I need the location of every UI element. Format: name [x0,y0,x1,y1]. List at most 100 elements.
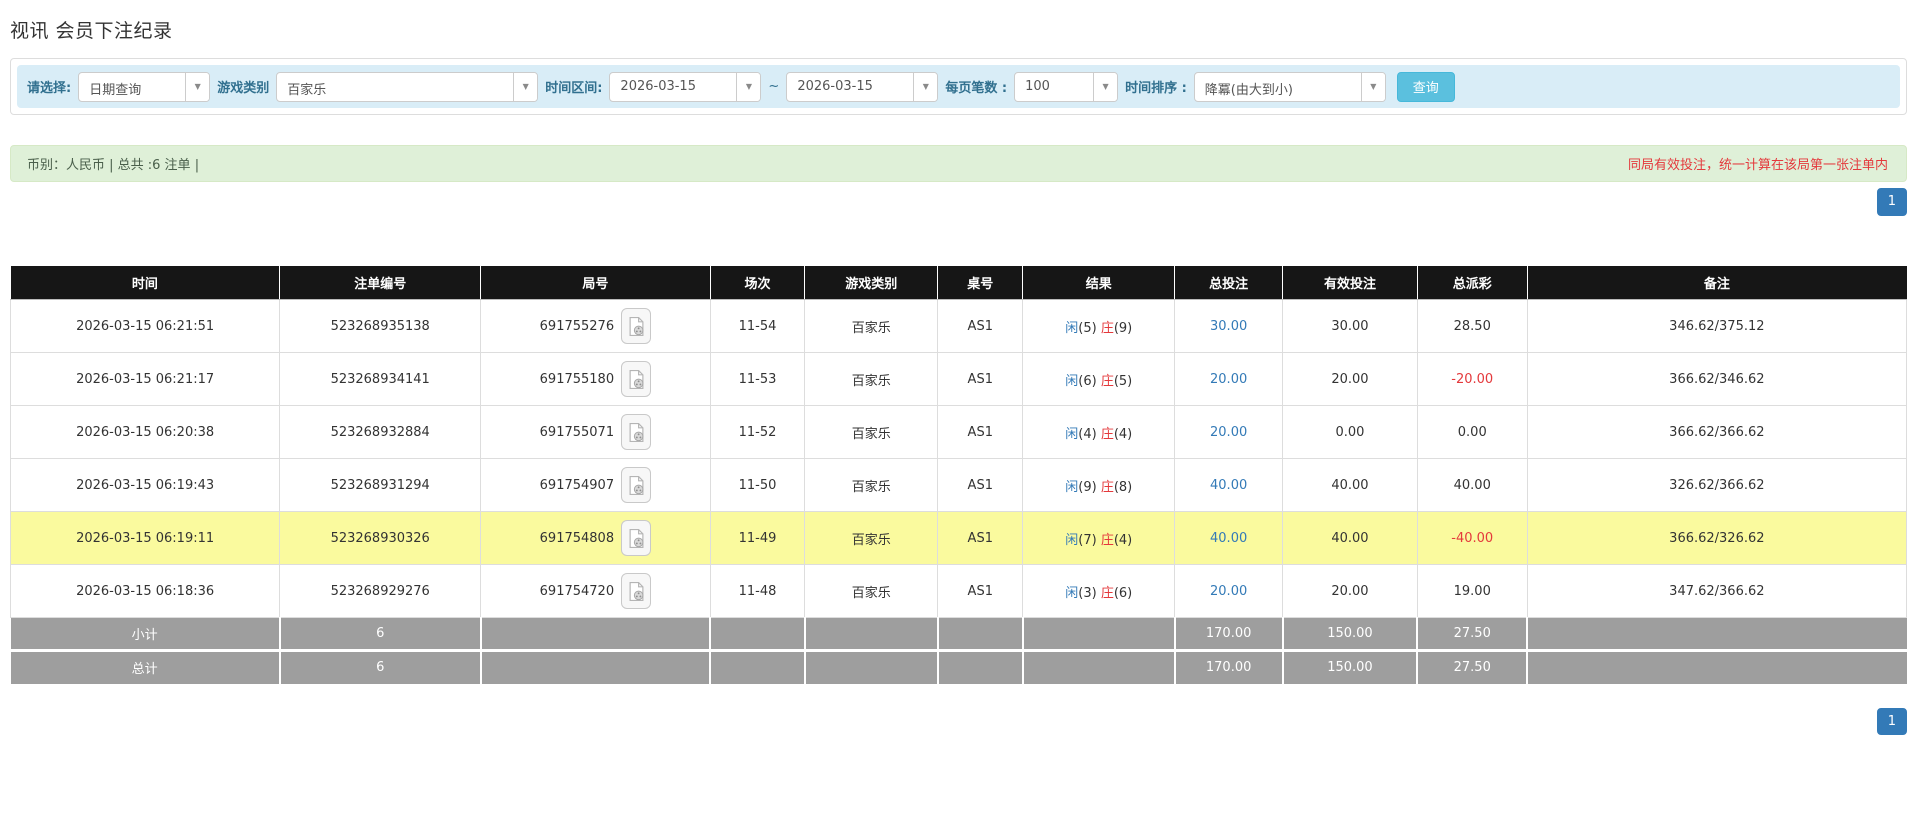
subtotal-valid-bet: 150.00 [1282,617,1419,651]
header-result: 结果 [1022,265,1176,301]
cell-table-no: AS1 [937,352,1024,407]
cell-session: 11-53 [709,352,806,407]
cell-payout: 19.00 [1416,564,1528,619]
cell-remark: 366.62/346.62 [1526,352,1908,407]
cell-bet-id: 523268929276 [279,564,482,619]
cell-remark: 326.62/366.62 [1526,458,1908,513]
cell-total-bet: 40.00 [1174,511,1284,566]
cell-valid-bet: 20.00 [1282,352,1418,407]
total-bet-link[interactable]: 40.00 [1210,531,1247,546]
cell-game-type: 百家乐 [804,458,939,513]
game-type-value: 百家乐 [287,82,327,98]
cell-total-bet: 20.00 [1174,405,1284,460]
chevron-down-icon[interactable]: ▼ [513,72,538,101]
table-row: 2026-03-15 06:19:43 523268931294 6917549… [9,458,1908,513]
cell-bet-id: 523268930326 [279,511,482,566]
cell-payout: 40.00 [1416,458,1528,513]
cell-valid-bet: 40.00 [1282,458,1418,513]
result-banker-score: (6) [1113,585,1133,601]
round-id-text: 691755276 [539,318,615,334]
page-size-value: 100 [1025,78,1050,94]
date-to-select[interactable]: 2026-03-15 ▼ [786,71,939,102]
cell-game-type: 百家乐 [804,352,939,407]
cell-round-id: 691755276 [480,299,711,354]
result-player-score: (7) [1078,532,1097,548]
filter-panel: 请选择: 日期查询 ▼ 游戏类别 百家乐 ▼ 时间区间: 2026-03-15 … [10,58,1907,115]
cell-payout: 0.00 [1416,405,1528,460]
result-banker-label: 庄 [1100,320,1114,336]
cell-game-type: 百家乐 [804,299,939,354]
page-size-select[interactable]: 100 ▼ [1014,71,1119,102]
result-player-label: 闲 [1065,479,1079,495]
result-player-score: (3) [1078,585,1097,601]
header-session: 场次 [710,265,806,301]
query-type-select[interactable]: 日期查询 ▼ [78,71,211,102]
cell-game-type: 百家乐 [804,511,939,566]
time-range-label: 时间区间: [545,81,603,96]
chevron-down-icon[interactable]: ▼ [1093,72,1118,101]
video-replay-button[interactable] [621,520,652,557]
film-document-icon [628,581,645,602]
result-banker-label: 庄 [1100,585,1114,601]
sort-order-select[interactable]: 降冪(由大到小) ▼ [1193,71,1386,102]
date-range-tilde: ~ [768,79,780,94]
video-replay-button[interactable] [621,573,652,610]
header-payout: 总派彩 [1417,265,1528,301]
date-from-value: 2026-03-15 [620,78,696,94]
cell-time: 2026-03-15 06:21:51 [9,299,281,354]
result-banker-score: (4) [1113,532,1133,548]
total-bet-link[interactable]: 30.00 [1210,319,1247,334]
cell-remark: 346.62/375.12 [1526,299,1908,354]
total-valid-bet: 150.00 [1282,649,1419,684]
cell-payout: -40.00 [1416,511,1528,566]
film-document-icon [628,475,645,496]
chevron-down-icon[interactable]: ▼ [736,72,761,101]
video-replay-button[interactable] [621,308,652,345]
round-id-text: 691754808 [539,530,615,546]
round-id-text: 691755071 [539,424,615,440]
cell-payout: -20.00 [1416,352,1528,407]
cell-payout: 28.50 [1416,299,1528,354]
cell-time: 2026-03-15 06:20:38 [9,405,281,460]
game-type-label: 游戏类别 [217,81,270,96]
search-button[interactable]: 查询 [1396,71,1455,102]
summary-bar: 币别：人民币 | 总共 :6 注单 | 同局有效投注，统一计算在该局第一张注单内 [10,145,1907,182]
result-player-label: 闲 [1065,373,1079,389]
cell-table-no: AS1 [937,405,1024,460]
cell-result: 闲(5) 庄(9) [1022,299,1176,354]
page-size-label: 每页笔数 : [945,81,1008,96]
chevron-down-icon[interactable]: ▼ [913,72,938,101]
sort-order-label: 时间排序 : [1125,81,1187,96]
cell-bet-id: 523268931294 [279,458,482,513]
page-1-button[interactable]: 1 [1876,188,1907,216]
cell-table-no: AS1 [937,299,1024,354]
date-from-select[interactable]: 2026-03-15 ▼ [609,71,762,102]
total-bet-link[interactable]: 20.00 [1210,425,1247,440]
chevron-down-icon[interactable]: ▼ [1360,72,1385,101]
total-total-bet: 170.00 [1174,649,1284,684]
subtotal-row: 小计 6 170.00 150.00 27.50 [10,617,1907,651]
total-bet-link[interactable]: 20.00 [1210,584,1247,599]
query-type-label: 请选择: [27,81,72,96]
game-type-select[interactable]: 百家乐 ▼ [276,71,539,102]
cell-session: 11-52 [709,405,806,460]
total-bet-link[interactable]: 20.00 [1210,372,1247,387]
cell-result: 闲(6) 庄(5) [1022,352,1176,407]
chevron-down-icon[interactable]: ▼ [185,72,210,101]
cell-table-no: AS1 [937,511,1024,566]
result-banker-score: (5) [1113,373,1133,389]
result-player-label: 闲 [1065,532,1079,548]
header-table-no: 桌号 [937,265,1024,301]
total-label: 总计 [10,649,281,684]
header-remark: 备注 [1527,265,1908,301]
video-replay-button[interactable] [621,361,652,398]
table-footer: 小计 6 170.00 150.00 27.50 总计 6 170.00 150… [10,617,1907,684]
subtotal-label: 小计 [10,617,281,651]
video-replay-button[interactable] [621,414,652,451]
video-replay-button[interactable] [621,467,652,504]
result-player-label: 闲 [1065,320,1079,336]
total-bet-link[interactable]: 40.00 [1210,478,1247,493]
result-player-label: 闲 [1065,426,1079,442]
page-1-button[interactable]: 1 [1876,707,1907,736]
cell-time: 2026-03-15 06:18:36 [9,564,281,619]
